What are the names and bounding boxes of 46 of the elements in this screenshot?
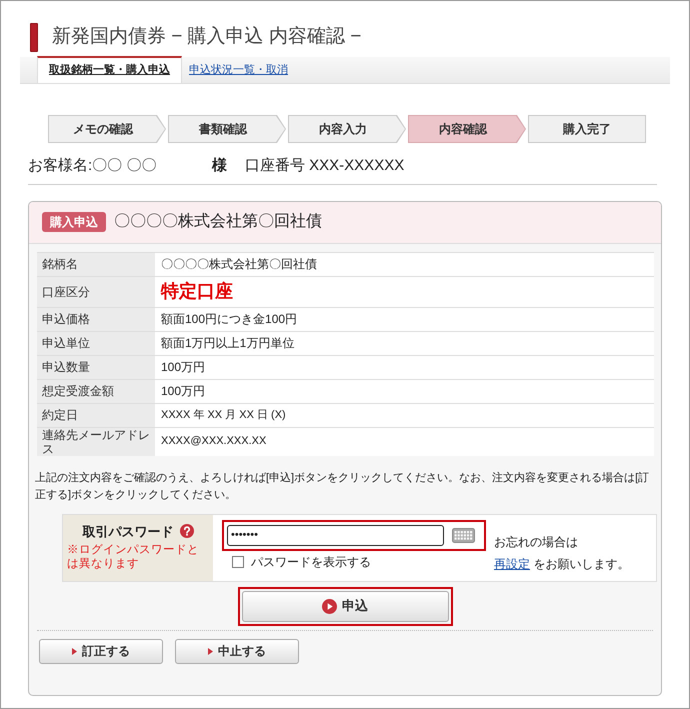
row-label: 連絡先メールアドレス [37,427,155,456]
row-value: XXXX@XXX.XXX.XX [155,427,654,456]
reset-link[interactable]: 再設定 [494,556,530,570]
row-value: 100万円 [155,355,654,379]
row-value: XXXX 年 XX 月 XX 日 (X) [155,403,654,427]
password-note: ※ログインパスワードとは異なります [67,543,200,571]
password-label: 取引パスワード [82,522,174,540]
row-label: 申込単位 [37,331,155,355]
password-field[interactable]: ••••••• [227,524,444,546]
tab[interactable]: 申込状況一覧・取消 [182,58,295,83]
triangle-icon [208,648,213,654]
row-label: 申込数量 [37,355,155,379]
progress-step: 購入完了 [528,115,646,143]
row-label: 申込価格 [37,307,155,331]
account-number: 口座番号 XXX-XXXXXX [245,156,404,176]
triangle-icon [72,648,77,654]
row-value: 〇〇〇〇株式会社第〇回社債 [155,252,654,276]
page-title: 新発国内債券 − 購入申込 内容確認 − [52,24,362,49]
keyboard-icon[interactable] [452,528,475,542]
row-value: 100万円 [155,379,654,403]
progress-step: 書類確認 [168,115,286,143]
honorific-label: 様 [212,156,228,176]
forgot-password-text: お忘れの場合は 再設定 をお願いします。 [494,534,630,572]
title-accent-bar [30,22,38,52]
row-label: 口座区分 [37,276,155,307]
tab[interactable]: 取扱銘柄一覧・購入申込 [37,56,182,83]
row-value: 特定口座 [155,276,654,307]
action-button[interactable]: 中止する [175,638,299,664]
row-label: 約定日 [37,403,155,427]
progress-step: 内容確認 [408,115,526,143]
help-icon[interactable] [180,524,194,538]
play-icon [322,598,337,614]
category-badge: 購入申込 [42,212,106,232]
row-value: 額面1万円以上1万円単位 [155,331,654,355]
notice-text: 上記の注文内容をご確認のうえ、よろしければ[申込]ボタンをクリックしてください。なお、注文内容を変更される場合は[訂正する]ボタンをクリックしてください。 [35,470,650,502]
customer-name: お客様名:〇〇 〇〇 [28,156,158,176]
row-label: 想定受渡金額 [37,379,155,403]
checkbox-label: パスワードを表示する [251,554,371,570]
bond-title: 〇〇〇〇株式会社第〇回社債 [114,212,322,232]
row-label: 銘柄名 [37,252,155,276]
submit-button[interactable]: 申込 [242,590,448,622]
action-button[interactable]: 訂正する [39,638,163,664]
row-value: 額面100円につき金100円 [155,307,654,331]
progress-step: 内容入力 [288,115,406,143]
progress-step: メモの確認 [48,115,166,143]
checkbox[interactable] [232,556,244,568]
